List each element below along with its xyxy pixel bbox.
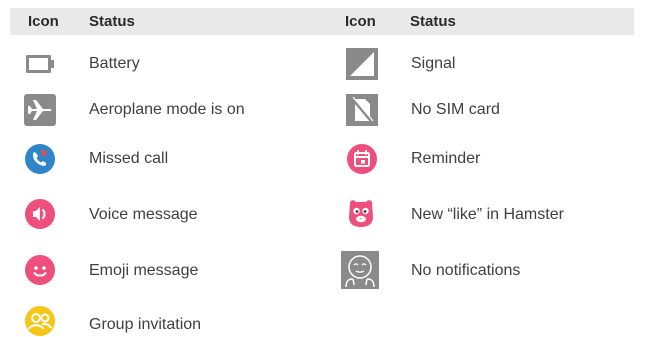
status-label: Aeroplane mode is on [89, 101, 245, 118]
missed-call-icon [24, 143, 56, 175]
battery-icon [24, 48, 56, 80]
status-label: Group invitation [89, 316, 202, 333]
reminder-icon [346, 143, 378, 175]
status-label: No notifications [411, 262, 521, 279]
status-label: Reminder [411, 150, 481, 167]
status-label: Missed call [89, 150, 169, 167]
airplane-icon [24, 94, 56, 126]
status-label: No SIM card [411, 101, 500, 118]
table-header: Icon Status Icon Status [10, 8, 634, 35]
emoji-message-icon [24, 254, 56, 286]
status-label: Signal [411, 55, 456, 72]
hamster-like-icon [345, 197, 377, 229]
status-label: Emoji message [89, 262, 199, 279]
header-icon-left: Icon [28, 13, 59, 30]
group-invitation-icon [24, 305, 56, 337]
status-label: Battery [89, 55, 140, 72]
no-notifications-icon [341, 251, 379, 289]
status-label: New “like” in Hamster [411, 206, 564, 223]
status-label: Voice message [89, 206, 198, 223]
no-sim-icon [346, 94, 378, 126]
signal-icon [346, 48, 378, 80]
voice-message-icon [24, 198, 56, 230]
header-icon-right: Icon [345, 13, 376, 30]
header-status-right: Status [410, 13, 456, 30]
header-status-left: Status [89, 13, 135, 30]
